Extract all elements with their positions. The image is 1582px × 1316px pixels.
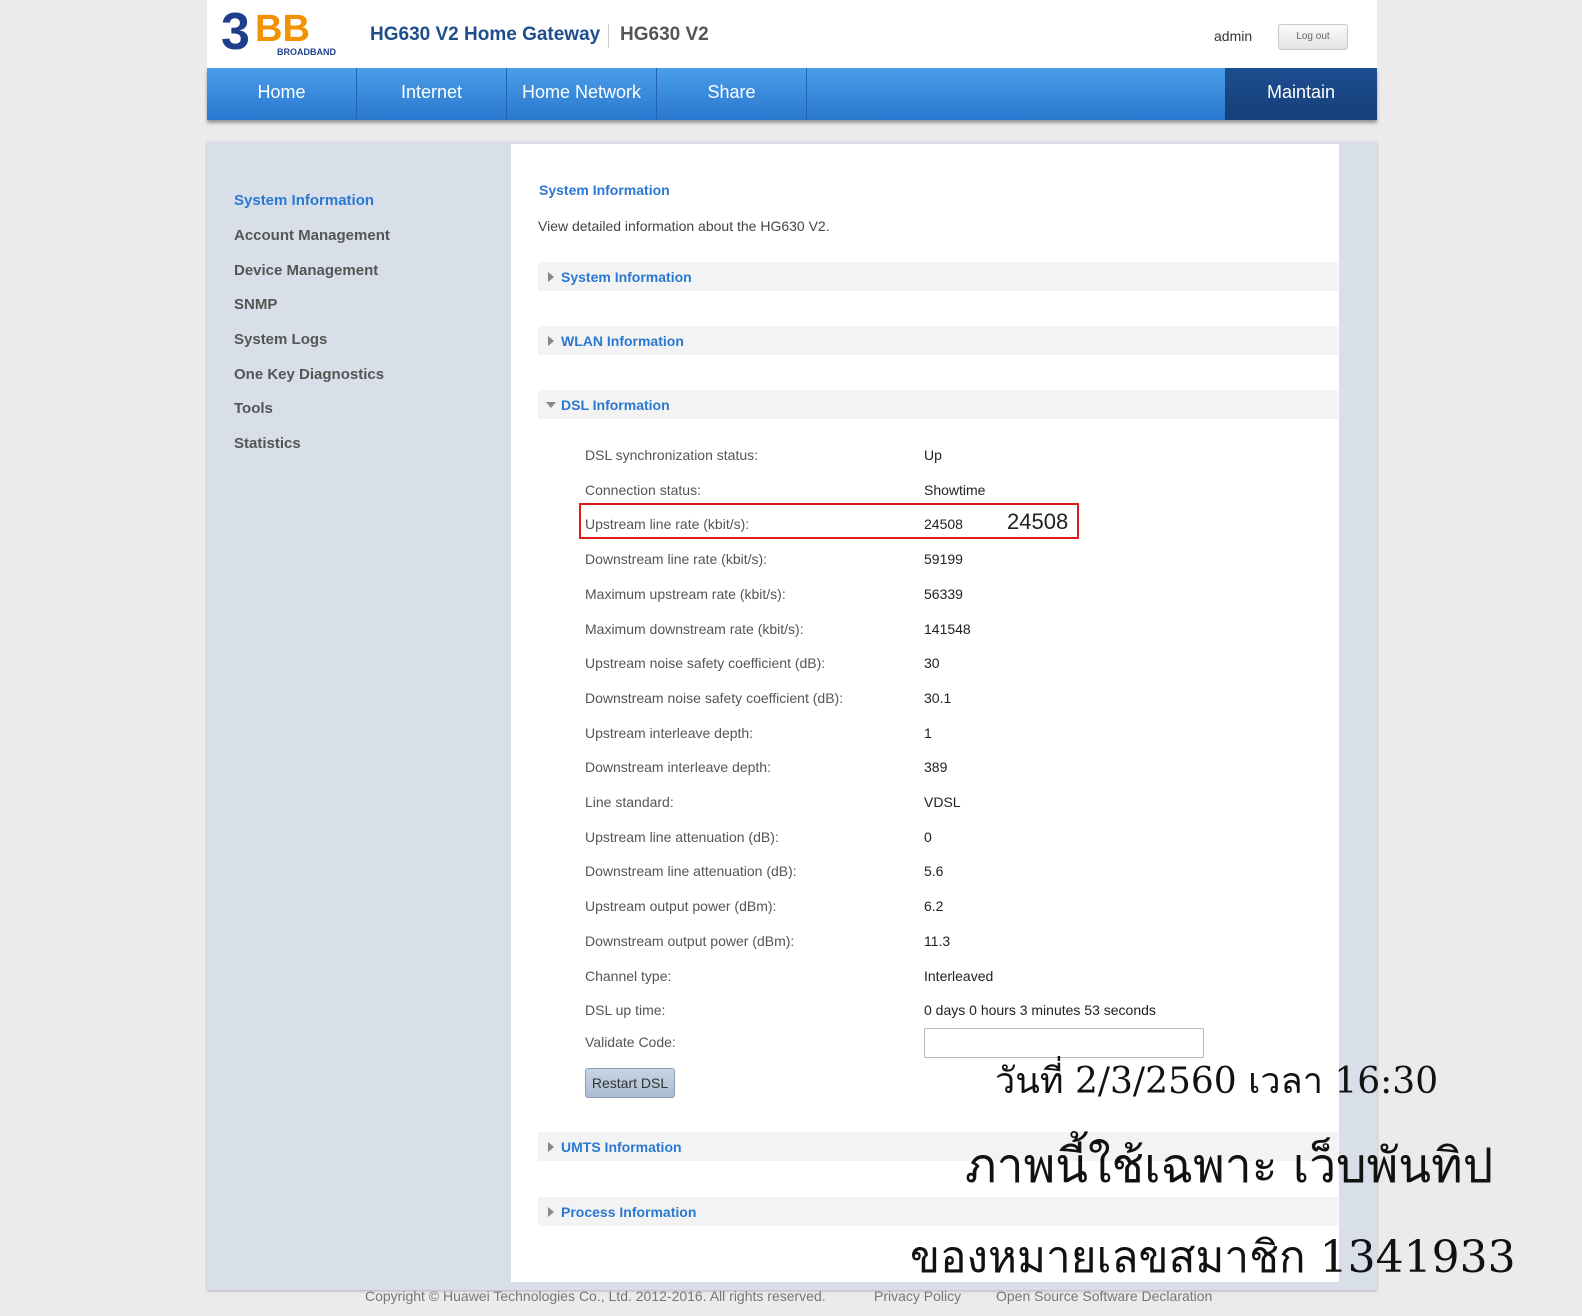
table-row: DSL synchronization status: Up (585, 447, 1285, 467)
row-label: Maximum downstream rate (kbit/s): (585, 620, 804, 637)
watermark-pantip: ภาพนี้ใช้เฉพาะ เว็บพันทิป (965, 1138, 1494, 1194)
logout-button[interactable]: Log out (1278, 24, 1348, 50)
sidebar-item-system-logs[interactable]: System Logs (234, 331, 327, 348)
row-label: Downstream interleave depth: (585, 759, 771, 776)
row-label: Downstream line attenuation (dB): (585, 863, 797, 880)
table-row: Downstream interleave depth: 389 (585, 759, 1285, 779)
section-label: DSL Information (561, 397, 670, 413)
app-frame: 3 BB BROADBAND HG630 V2 Home Gateway HG6… (207, 0, 1377, 120)
row-value: 5.6 (924, 863, 944, 880)
table-row: Downstream output power (dBm): 11.3 (585, 933, 1285, 953)
table-row: Upstream output power (dBm): 6.2 (585, 898, 1285, 918)
nav-share[interactable]: Share (657, 68, 807, 120)
row-value: 59199 (924, 551, 963, 568)
row-value: 6.2 (924, 898, 944, 915)
table-row: Maximum downstream rate (kbit/s): 141548 (585, 621, 1285, 641)
row-value: Showtime (924, 481, 986, 498)
row-value: 141548 (924, 620, 971, 637)
row-value: Up (924, 447, 942, 463)
table-row: Maximum upstream rate (kbit/s): 56339 (585, 586, 1285, 606)
row-value: 11.3 (924, 932, 951, 949)
restart-dsl-button[interactable]: Restart DSL (585, 1068, 675, 1098)
highlight-box (579, 503, 1079, 539)
nav-maintain[interactable]: Maintain (1225, 68, 1377, 120)
row-value: 30.1 (924, 689, 952, 706)
row-label: Line standard: (585, 794, 674, 810)
caret-right-icon (548, 1142, 554, 1152)
title-divider (608, 24, 609, 48)
caret-right-icon (548, 336, 554, 346)
caret-right-icon (548, 1207, 554, 1217)
section-label: System Information (561, 269, 692, 285)
row-label: Downstream noise safety coefficient (dB)… (585, 689, 844, 706)
sidebar-item-tools[interactable]: Tools (234, 400, 273, 417)
logo-letters: BB (255, 8, 310, 50)
row-label: Connection status: (585, 481, 701, 498)
sidebar-item-snmp[interactable]: SNMP (234, 296, 277, 313)
model-name: HG630 V2 (620, 24, 709, 45)
row-value: 0 (924, 828, 932, 845)
caret-right-icon (548, 272, 554, 282)
table-row: Channel type: Interleaved (585, 968, 1285, 988)
section-wlan-information[interactable]: WLAN Information (538, 326, 1338, 355)
nav-home[interactable]: Home (207, 68, 357, 120)
row-label: Upstream interleave depth: (585, 724, 754, 741)
footer-copyright: Copyright © Huawei Technologies Co., Ltd… (365, 1288, 826, 1304)
main-nav: Home Internet Home Network Share Maintai… (207, 68, 1377, 120)
main-panel: System Information View detailed informa… (511, 144, 1339, 1282)
row-label: Upstream line attenuation (dB): (585, 828, 779, 845)
caret-down-icon (546, 402, 556, 408)
section-system-information[interactable]: System Information (538, 262, 1338, 291)
table-row: Line standard: VDSL (585, 794, 1285, 814)
content-area: System Information Account Management De… (207, 142, 1377, 1290)
row-value: 30 (924, 655, 940, 672)
table-row: Downstream line attenuation (dB): 5.6 (585, 863, 1285, 883)
section-label: WLAN Information (561, 333, 684, 349)
row-value: VDSL (924, 794, 961, 810)
nav-home-network[interactable]: Home Network (507, 68, 657, 120)
watermark-member: ของหมายเลขสมาชิก 1341933 (910, 1232, 1516, 1283)
logo-brand-text: BROADBAND (277, 47, 336, 57)
row-label: DSL up time: (585, 1002, 666, 1019)
username: admin (1214, 28, 1253, 44)
row-value: 56339 (924, 585, 963, 602)
sidebar-item-system-information[interactable]: System Information (234, 192, 374, 209)
watermark-date: วันที่ 2/3/2560 เวลา 16:30 (995, 1061, 1439, 1102)
table-row: Downstream noise safety coefficient (dB)… (585, 690, 1285, 710)
row-value: 389 (924, 759, 948, 776)
gateway-title: HG630 V2 Home Gateway (370, 24, 601, 45)
table-row: Downstream line rate (kbit/s): 59199 (585, 551, 1285, 571)
row-label: Upstream noise safety coefficient (dB): (585, 655, 826, 672)
row-label: Upstream output power (dBm): (585, 898, 777, 915)
3bb-logo: 3 BB BROADBAND (221, 5, 336, 57)
table-row: Upstream line attenuation (dB): 0 (585, 829, 1285, 849)
table-row: Upstream noise safety coefficient (dB): 3… (585, 655, 1285, 675)
highlight-value: 24508 (1007, 509, 1069, 534)
sidebar-item-account-management[interactable]: Account Management (234, 227, 390, 244)
row-label: DSL synchronization status: (585, 447, 759, 463)
table-row: Upstream interleave depth: 1 (585, 725, 1285, 745)
row-label: Channel type: (585, 967, 672, 984)
section-label: UMTS Information (561, 1139, 682, 1155)
table-row: Connection status: Showtime (585, 482, 1285, 502)
row-value: Interleaved (924, 967, 994, 984)
row-value: 0 days 0 hours 3 minutes 53 seconds (924, 1002, 1156, 1019)
sidebar-item-statistics[interactable]: Statistics (234, 435, 301, 452)
logo-number: 3 (221, 5, 250, 57)
table-row: DSL up time: 0 days 0 hours 3 minutes 53 … (585, 1002, 1285, 1022)
row-label: Maximum upstream rate (kbit/s): (585, 585, 786, 602)
section-label: Process Information (561, 1204, 697, 1220)
row-label: Downstream output power (dBm): (585, 932, 795, 949)
top-bar: 3 BB BROADBAND HG630 V2 Home Gateway HG6… (207, 0, 1377, 68)
page-description: View detailed information about the HG63… (538, 218, 830, 234)
nav-internet[interactable]: Internet (357, 68, 507, 120)
validate-label: Validate Code: (585, 1034, 676, 1050)
sidebar-item-one-key-diagnostics[interactable]: One Key Diagnostics (234, 366, 384, 383)
sidebar-item-device-management[interactable]: Device Management (234, 262, 378, 279)
section-dsl-information[interactable]: DSL Information (538, 390, 1338, 419)
page-title: System Information (539, 182, 670, 198)
row-value: 1 (924, 724, 932, 741)
row-label: Downstream line rate (kbit/s): (585, 551, 768, 568)
